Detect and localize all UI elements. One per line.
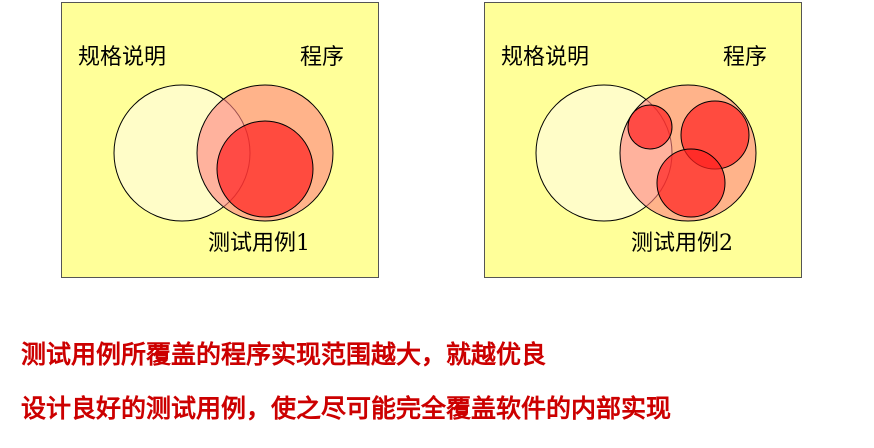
diagram-panel-2: 规格说明 程序 测试用例2 xyxy=(484,2,802,278)
test-case-circle xyxy=(216,120,314,218)
diagram-panel-1: 规格说明 程序 测试用例1 xyxy=(61,2,379,278)
spec-label: 规格说明 xyxy=(501,45,590,70)
test-case-label: 测试用例1 xyxy=(208,231,310,256)
program-label: 程序 xyxy=(300,45,345,70)
program-label: 程序 xyxy=(723,45,768,70)
test-case-circle-small xyxy=(627,104,673,150)
caption-line-2: 设计良好的测试用例，使之尽可能完全覆盖软件的内部实现 xyxy=(21,394,672,423)
test-case-circle-lower xyxy=(656,148,726,218)
spec-label: 规格说明 xyxy=(78,45,167,70)
caption-line-1: 测试用例所覆盖的程序实现范围越大，就越优良 xyxy=(21,340,547,369)
test-case-label: 测试用例2 xyxy=(631,231,733,256)
